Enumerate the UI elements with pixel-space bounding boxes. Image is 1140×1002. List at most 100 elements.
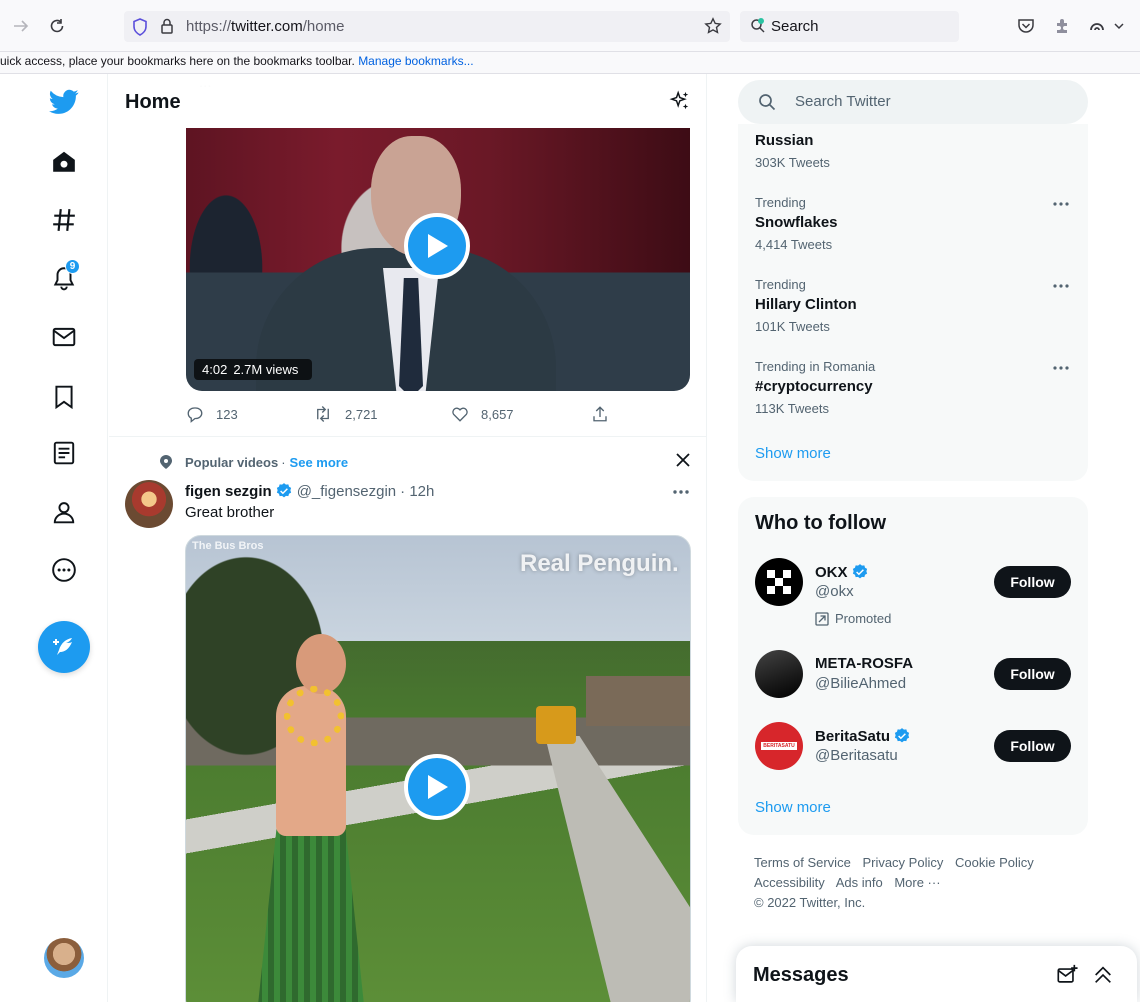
play-button[interactable] — [404, 213, 470, 279]
manage-bookmarks-link[interactable]: Manage bookmarks... — [358, 54, 473, 68]
trend-name[interactable]: #cryptocurrency — [755, 378, 873, 395]
context-separator: · — [281, 454, 286, 470]
notifications-icon[interactable]: 9 — [45, 259, 83, 297]
url-bar[interactable]: https://twitter.com/home — [124, 11, 730, 42]
trend-name[interactable]: Russian — [755, 132, 813, 149]
pocket-icon[interactable] — [1017, 18, 1035, 39]
tweet-more-icon[interactable] — [671, 482, 691, 507]
trend-count: 113K Tweets — [755, 401, 829, 416]
promoted-text: Promoted — [835, 611, 892, 626]
trend-count: 101K Tweets — [755, 319, 830, 334]
close-icon[interactable] — [675, 452, 691, 473]
play-button-2[interactable] — [404, 754, 470, 820]
account-menu-icon[interactable] — [1088, 17, 1124, 40]
see-more-link[interactable]: See more — [290, 455, 349, 470]
url-scheme: https:// — [186, 18, 232, 35]
tracking-shield-icon[interactable] — [132, 18, 148, 41]
lists-icon[interactable] — [45, 434, 83, 472]
home-icon[interactable] — [45, 143, 83, 181]
popular-videos-label: Popular videos — [185, 454, 279, 470]
trend-more-icon[interactable] — [1051, 278, 1071, 299]
new-message-icon[interactable] — [1056, 964, 1078, 991]
follow-button[interactable]: Follow — [994, 658, 1071, 690]
search-twitter-input[interactable]: Search Twitter — [738, 80, 1088, 124]
trend-context: Trending — [755, 195, 806, 210]
messages-icon[interactable] — [45, 318, 83, 356]
like-count: 8,657 — [481, 406, 514, 422]
bookmark-star-icon[interactable] — [704, 17, 722, 40]
account-avatar[interactable] — [44, 938, 84, 978]
who-to-follow-show-more-link[interactable]: Show more — [755, 799, 831, 816]
tweet-divider — [109, 436, 706, 437]
trend-more-icon[interactable] — [1051, 196, 1071, 217]
verified-badge-icon — [852, 564, 867, 579]
account-name[interactable]: META-ROSFA — [815, 655, 913, 672]
forward-icon[interactable] — [12, 17, 30, 40]
follow-button[interactable]: Follow — [994, 730, 1071, 762]
who-to-follow-card: Who to follow OKX @okx Promoted Follow M… — [738, 497, 1088, 835]
left-nav: 9 — [0, 74, 108, 1002]
explore-icon[interactable] — [45, 201, 83, 239]
okx-avatar[interactable] — [755, 558, 803, 606]
twitter-logo-icon[interactable] — [45, 83, 83, 121]
ads-info-link[interactable]: Ads info — [836, 875, 883, 890]
trends-show-more-link[interactable]: Show more — [755, 445, 831, 462]
account-name[interactable]: OKX — [815, 563, 869, 581]
account-name[interactable]: BeritaSatu — [815, 727, 911, 745]
reply-button[interactable]: 123 — [186, 405, 238, 423]
reply-count: 123 — [216, 406, 238, 422]
play-icon — [428, 234, 448, 258]
more-circle-icon[interactable] — [45, 551, 83, 589]
beritasatu-avatar[interactable]: BERITASATU — [755, 722, 803, 770]
cookie-link[interactable]: Cookie Policy — [955, 855, 1034, 870]
privacy-link[interactable]: Privacy Policy — [862, 855, 943, 870]
popular-videos-context: Popular videos · See more — [159, 454, 348, 470]
author-name[interactable]: figen sezgin — [185, 483, 272, 500]
tweet-text: Great brother — [185, 504, 275, 521]
trend-name[interactable]: Snowflakes — [755, 214, 838, 231]
browser-toolbar: https://twitter.com/home Search — [0, 0, 1140, 52]
promoted-label: Promoted — [815, 611, 891, 626]
who-to-follow-title: Who to follow — [755, 512, 887, 534]
browser-search-box[interactable]: Search — [740, 11, 959, 42]
trend-context: Trending in Romania — [755, 359, 876, 374]
home-header: Home — [109, 74, 706, 128]
accessibility-link[interactable]: Accessibility — [754, 875, 825, 890]
copyright-text: © 2022 Twitter, Inc. — [754, 895, 866, 910]
tweet-time[interactable]: · 12h — [400, 483, 434, 500]
trend-name[interactable]: Hillary Clinton — [755, 296, 857, 313]
compose-tweet-button[interactable] — [38, 621, 90, 673]
reload-icon[interactable] — [48, 17, 66, 40]
author-handle[interactable]: @_figensezgin — [297, 483, 396, 500]
extensions-icon[interactable] — [1053, 17, 1071, 40]
video-meta-overlay: 4:02 2.7M views — [194, 359, 313, 380]
more-link[interactable]: More ··· — [894, 875, 940, 890]
bookmarks-icon[interactable] — [45, 378, 83, 416]
feather-plus-icon — [53, 638, 72, 655]
messages-drawer-title: Messages — [753, 964, 849, 986]
footer-links: Terms of Service Privacy Policy Cookie P… — [754, 853, 1084, 913]
terms-link[interactable]: Terms of Service — [754, 855, 851, 870]
verified-badge-icon — [276, 483, 291, 498]
account-name-text: BeritaSatu — [815, 727, 891, 745]
follow-button[interactable]: Follow — [994, 566, 1071, 598]
trend-count: 303K Tweets — [755, 155, 830, 170]
chevron-double-up-icon[interactable] — [1092, 964, 1114, 991]
verified-badge-icon — [894, 728, 910, 743]
heart-icon — [452, 407, 468, 422]
messages-drawer[interactable]: Messages — [736, 946, 1137, 1002]
share-button[interactable] — [591, 405, 621, 423]
tweet-video-player-2[interactable]: The Bus Bros Real Penguin. — [185, 535, 691, 1002]
author-avatar[interactable] — [125, 480, 173, 528]
account-handle: @okx — [815, 583, 854, 600]
retweet-button[interactable]: 2,721 — [313, 405, 378, 423]
url-text[interactable]: https://twitter.com/home — [186, 18, 344, 35]
trend-more-icon[interactable] — [1051, 360, 1071, 381]
tweet-video-player[interactable]: 4:02 2.7M views — [186, 128, 690, 391]
profile-icon[interactable] — [45, 493, 83, 531]
bookmarks-message: uick access, place your bookmarks here o… — [0, 54, 355, 68]
lock-icon[interactable] — [160, 18, 174, 39]
top-tweets-sparkle-icon[interactable] — [669, 90, 691, 117]
like-button[interactable]: 8,657 — [451, 405, 514, 423]
meta-rosfa-avatar[interactable] — [755, 650, 803, 698]
